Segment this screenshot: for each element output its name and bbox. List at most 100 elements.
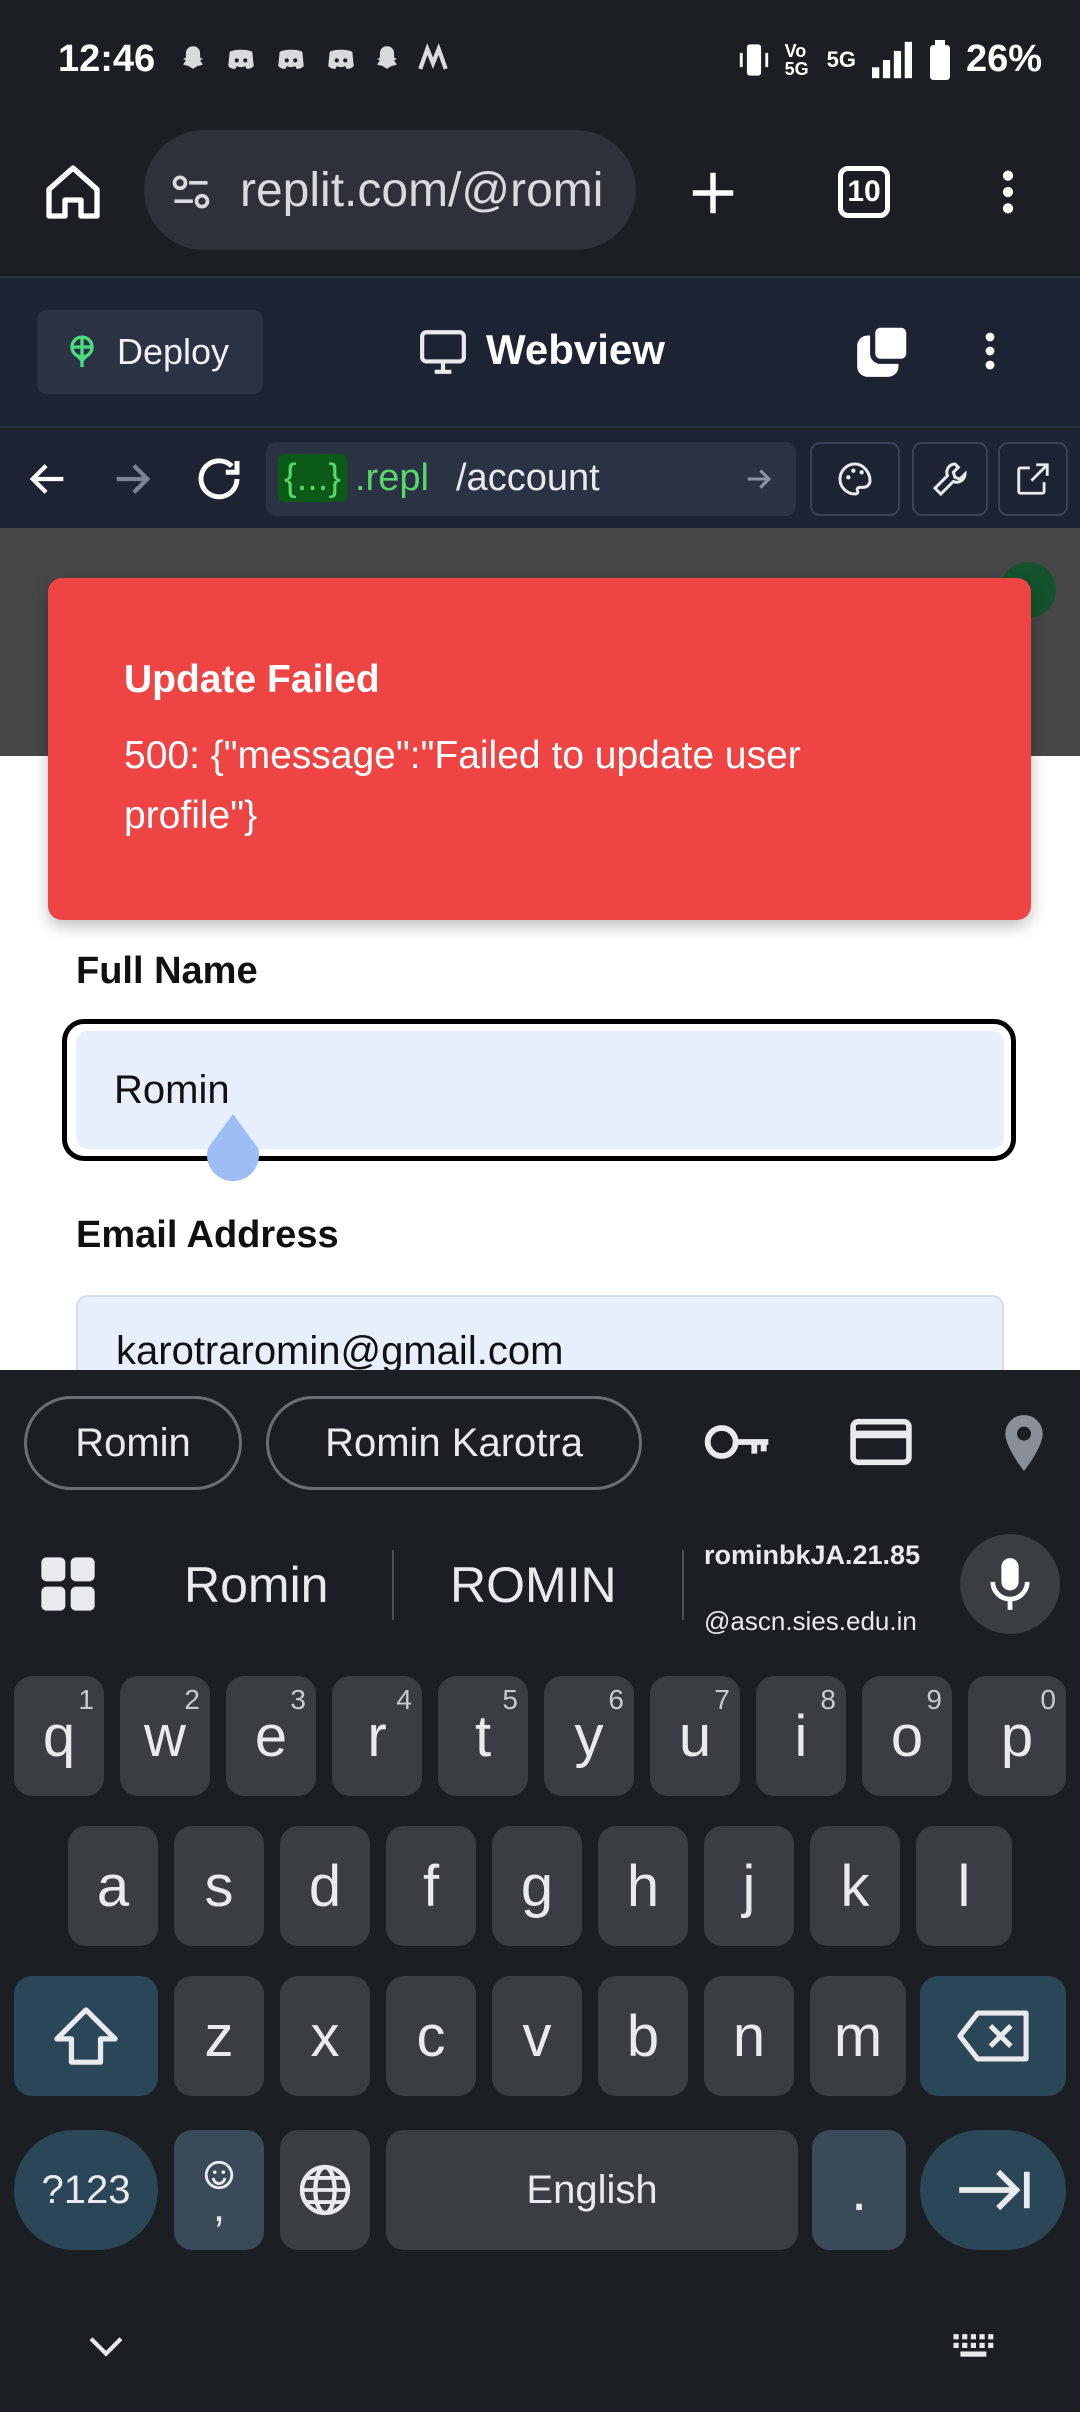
reload-icon[interactable] [192, 452, 246, 506]
key-h[interactable]: h [598, 1826, 688, 1946]
email-suggestion-line1[interactable]: rominbkJA.21.85 [704, 1540, 920, 1571]
shift-key[interactable] [14, 1976, 158, 2096]
key-b[interactable]: b [598, 1976, 688, 2096]
credit-card-icon[interactable] [848, 1414, 914, 1470]
email-suggestion-line2[interactable]: @ascn.sies.edu.in [704, 1606, 917, 1637]
snapchat-icon [377, 46, 397, 69]
backspace-key[interactable] [920, 1976, 1066, 2096]
new-tab-icon[interactable] [686, 166, 740, 220]
key-number: 2 [184, 1684, 200, 1715]
location-icon[interactable] [996, 1410, 1052, 1476]
key-g[interactable]: g [492, 1826, 582, 1946]
key-number: 6 [608, 1684, 624, 1715]
palette-icon [838, 462, 872, 496]
shift-icon [54, 2007, 118, 2065]
devtools-button[interactable] [912, 442, 988, 516]
key-v[interactable]: v [492, 1976, 582, 2096]
webview-title: Webview [486, 326, 665, 373]
battery-label: 26% [965, 38, 1042, 80]
key-e[interactable]: e3 [226, 1676, 316, 1796]
open-external-button[interactable] [998, 442, 1068, 516]
autofill-chip-romin[interactable]: Romin [24, 1396, 242, 1490]
m-app-icon [418, 43, 448, 70]
key-i[interactable]: i8 [756, 1676, 846, 1796]
suggestion-divider [682, 1550, 684, 1620]
key-x[interactable]: x [280, 1976, 370, 2096]
space-key[interactable]: English [386, 2130, 798, 2250]
enter-key[interactable] [920, 2130, 1066, 2250]
deploy-icon [70, 335, 94, 367]
forward-icon[interactable] [108, 456, 156, 502]
signal-icon [871, 41, 912, 78]
toast-title: Update Failed [124, 658, 380, 701]
autofill-chip-romin-karotra[interactable]: Romin Karotra [266, 1396, 642, 1490]
key-letter: u [678, 1703, 712, 1769]
key-number: 3 [290, 1684, 306, 1715]
site-settings-icon[interactable] [168, 170, 214, 214]
back-icon[interactable] [24, 456, 72, 502]
address-repl: .repl [355, 457, 429, 499]
discord-icon [328, 49, 354, 69]
key-t[interactable]: t5 [438, 1676, 528, 1796]
apps-grid-icon[interactable] [36, 1552, 100, 1616]
pane-menu-icon[interactable] [966, 320, 1014, 382]
network-label: 5G [826, 46, 856, 72]
key-s[interactable]: s [174, 1826, 264, 1946]
key-w[interactable]: w2 [120, 1676, 210, 1796]
keyboard [0, 1516, 1080, 2412]
key-p[interactable]: p0 [968, 1676, 1066, 1796]
key-l[interactable]: l [916, 1826, 1012, 1946]
key-n[interactable]: n [704, 1976, 794, 2096]
suggestion-2[interactable]: ROMIN [450, 1556, 617, 1614]
email-input[interactable]: karotraromin@gmail.com [76, 1295, 1004, 1375]
key-c[interactable]: c [386, 1976, 476, 2096]
key-letter: t [474, 1703, 492, 1769]
status-time: 12:46 [58, 38, 156, 80]
key-icon[interactable] [702, 1414, 774, 1470]
palette-button[interactable] [810, 442, 900, 516]
voice-input-button[interactable] [960, 1534, 1060, 1634]
snapchat-icon [183, 46, 203, 69]
language-key[interactable] [280, 2130, 370, 2250]
key-f[interactable]: f [386, 1826, 476, 1946]
key-number: 4 [396, 1684, 412, 1715]
hide-keyboard-icon[interactable] [86, 2332, 126, 2362]
text-cursor-handle[interactable] [204, 1112, 262, 1182]
key-d[interactable]: d [280, 1826, 370, 1946]
keyboard-switch-icon[interactable] [950, 2330, 1002, 2366]
symbols-key[interactable]: ?123 [14, 2130, 158, 2250]
key-o[interactable]: o9 [862, 1676, 952, 1796]
key-letter: e [254, 1703, 288, 1769]
discord-icon [228, 49, 254, 69]
suggestion-1[interactable]: Romin [184, 1556, 328, 1614]
globe-icon [299, 2164, 351, 2216]
key-q[interactable]: q1 [14, 1676, 104, 1796]
key-number: 8 [820, 1684, 836, 1715]
key-letter: w [144, 1703, 186, 1769]
key-u[interactable]: u7 [650, 1676, 740, 1796]
key-m[interactable]: m [810, 1976, 906, 2096]
address-path[interactable]: /account [456, 457, 600, 500]
key-k[interactable]: k [810, 1826, 900, 1946]
key-letter: r [367, 1703, 387, 1769]
toast-message: 500: {"message":"Failed to update user p… [124, 734, 801, 837]
key-y[interactable]: y6 [544, 1676, 634, 1796]
key-a[interactable]: a [68, 1826, 158, 1946]
discord-icon [278, 49, 304, 69]
go-arrow-icon[interactable] [742, 462, 776, 496]
volte-label: Vo 5G [784, 40, 809, 79]
tabs-button[interactable]: 10 [838, 166, 890, 218]
key-j[interactable]: j [704, 1826, 794, 1946]
emoji-comma-key[interactable]: , [174, 2130, 264, 2250]
browser-menu-icon[interactable] [980, 160, 1036, 224]
key-letter: q [42, 1703, 76, 1769]
url-text[interactable]: replit.com/@romi [240, 163, 603, 218]
key-z[interactable]: z [174, 1976, 264, 2096]
key-letter: o [890, 1703, 924, 1769]
home-icon[interactable] [40, 160, 106, 224]
key-r[interactable]: r4 [332, 1676, 422, 1796]
period-key[interactable]: . [812, 2130, 906, 2250]
new-tab-pane-icon[interactable] [852, 322, 914, 380]
key-number: 1 [78, 1684, 94, 1715]
key-number: 7 [714, 1684, 730, 1715]
